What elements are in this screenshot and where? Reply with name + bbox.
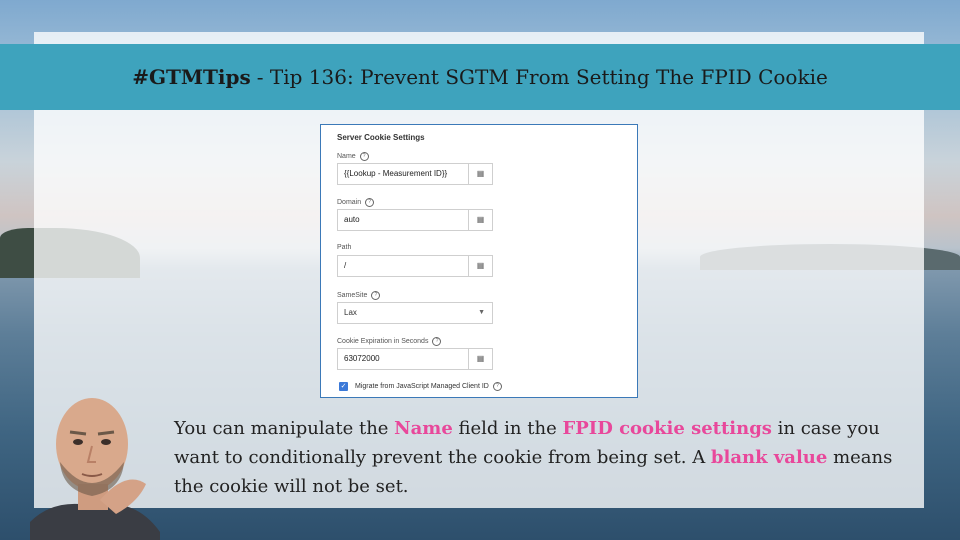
samesite-select[interactable]: Lax ▼	[337, 302, 493, 324]
expiration-label-row: Cookie Expiration in Seconds ?	[337, 337, 442, 346]
name-label: Name	[337, 153, 356, 160]
variable-picker-icon[interactable]: ▦	[469, 209, 493, 231]
caption-part-1: You can manipulate the	[174, 418, 395, 439]
checkmark-icon: ✓	[340, 383, 347, 390]
variable-picker-icon[interactable]: ▦	[469, 255, 493, 277]
caption-highlight-fpid: FPID cookie settings	[562, 418, 772, 439]
chevron-down-icon: ▼	[478, 309, 485, 316]
variable-picker-icon[interactable]: ▦	[469, 163, 493, 185]
migrate-label: Migrate from JavaScript Managed Client I…	[355, 383, 489, 390]
help-circle-icon[interactable]: ?	[365, 198, 375, 207]
samesite-label: SameSite	[337, 292, 368, 299]
title-banner: #GTMTips - Tip 136: Prevent SGTM From Se…	[0, 44, 960, 110]
caption-text: You can manipulate the Name field in the…	[174, 414, 904, 501]
name-label-row: Name ?	[337, 152, 369, 161]
migrate-label-row: Migrate from JavaScript Managed Client I…	[355, 382, 502, 391]
variable-picker-icon[interactable]: ▦	[469, 348, 493, 370]
help-circle-icon[interactable]: ?	[432, 337, 442, 346]
caption-highlight-blank: blank value	[710, 447, 828, 468]
caption-highlight-name: Name	[394, 418, 453, 439]
tip-title: - Tip 136: Prevent SGTM From Setting The…	[256, 65, 828, 89]
help-circle-icon[interactable]: ?	[371, 291, 381, 300]
path-label-row: Path	[337, 244, 351, 251]
name-input[interactable]: {{Lookup - Measurement ID}}	[337, 163, 469, 185]
domain-input[interactable]: auto	[337, 209, 469, 231]
form-title: Server Cookie Settings	[337, 133, 425, 142]
server-cookie-settings-form: Server Cookie Settings Name ? {{Lookup -…	[320, 124, 638, 398]
domain-label: Domain	[337, 199, 362, 206]
expiration-input[interactable]: 63072000	[337, 348, 469, 370]
help-circle-icon[interactable]: ?	[492, 382, 502, 391]
help-circle-icon[interactable]: ?	[359, 152, 369, 161]
samesite-value: Lax	[344, 308, 357, 317]
caption-part-2: field in the	[452, 418, 563, 439]
presenter-avatar	[30, 398, 160, 540]
migrate-checkbox[interactable]: ✓	[339, 382, 348, 391]
samesite-label-row: SameSite ?	[337, 291, 381, 300]
expiration-label: Cookie Expiration in Seconds	[337, 338, 429, 345]
domain-label-row: Domain ?	[337, 198, 375, 207]
path-input[interactable]: /	[337, 255, 469, 277]
hashtag: #GTMTips	[132, 65, 251, 89]
path-label: Path	[337, 244, 352, 251]
